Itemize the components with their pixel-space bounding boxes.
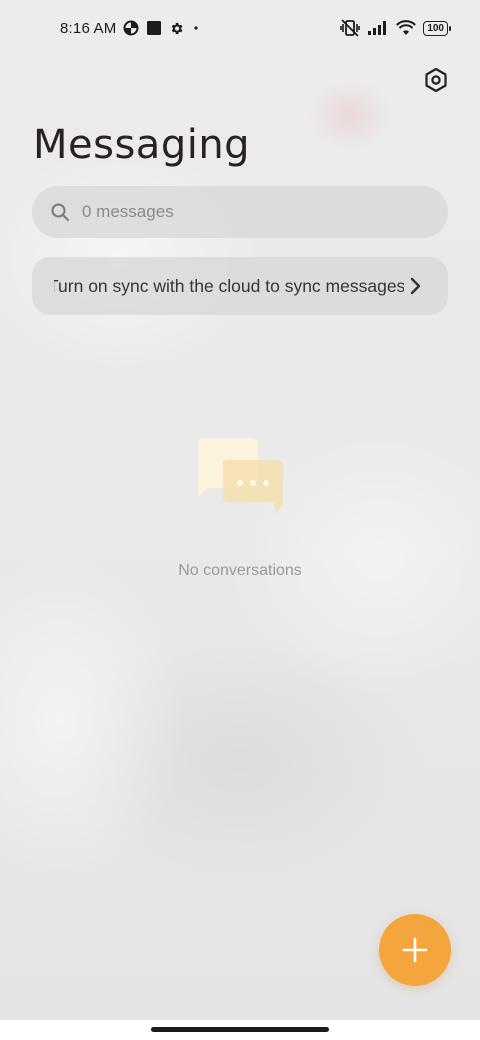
sync-banner[interactable]: Turn on sync with the cloud to sync mess… (32, 257, 448, 315)
status-time: 8:16 AM (60, 19, 117, 37)
battery-icon: 100 (423, 20, 451, 36)
sync-banner-text: Turn on sync with the cloud to sync mess… (54, 275, 404, 296)
status-right: 100 (340, 19, 451, 37)
status-bar: 8:16 AM 100 (0, 0, 480, 56)
status-left: 8:16 AM (60, 20, 201, 37)
page-title: Messaging (33, 122, 251, 168)
dot-icon (191, 23, 201, 33)
battery-level: 100 (427, 22, 444, 34)
home-indicator[interactable] (151, 1027, 329, 1032)
search-input[interactable]: 0 messages (32, 186, 448, 238)
empty-state-text: No conversations (178, 562, 302, 579)
plus-icon (401, 936, 429, 964)
stop-square-icon (146, 20, 162, 36)
chat-bubbles-icon (196, 436, 286, 518)
search-icon (50, 202, 70, 222)
settings-button[interactable] (420, 64, 452, 96)
gear-icon (169, 21, 184, 36)
chevron-right-icon (404, 274, 428, 298)
signal-icon (367, 20, 389, 36)
wifi-icon (396, 20, 417, 36)
data-saver-icon (123, 20, 139, 36)
search-placeholder: 0 messages (82, 202, 174, 221)
settings-hexagon-icon (423, 67, 449, 93)
vibrate-off-icon (340, 19, 361, 37)
new-conversation-button[interactable] (379, 914, 451, 986)
